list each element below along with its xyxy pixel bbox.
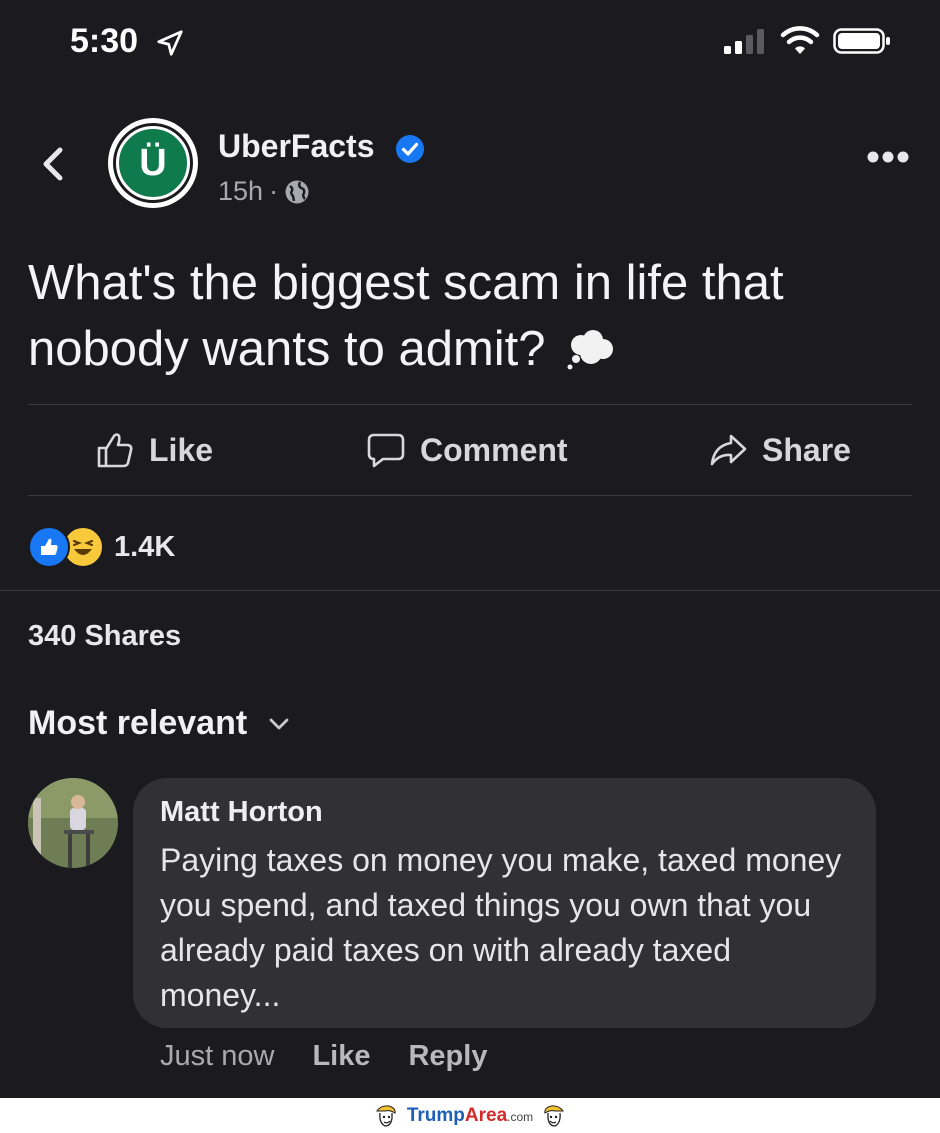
post-meta: 15h · bbox=[218, 176, 310, 207]
like-button[interactable]: Like bbox=[95, 430, 213, 470]
share-label: Share bbox=[762, 431, 851, 468]
more-options-icon[interactable] bbox=[866, 150, 910, 164]
caricature-logo-icon bbox=[544, 1104, 565, 1127]
caricature-logo-icon bbox=[375, 1104, 396, 1127]
thought-balloon-icon bbox=[567, 330, 614, 370]
watermark-footer: TrumpArea.com bbox=[0, 1098, 940, 1133]
post-text: What's the biggest scam in life that nob… bbox=[28, 250, 908, 382]
page-name[interactable]: UberFacts bbox=[218, 128, 375, 165]
comment-author[interactable]: Matt Horton bbox=[160, 796, 323, 829]
cellular-signal-icon bbox=[724, 29, 764, 54]
commenter-avatar[interactable] bbox=[28, 778, 118, 868]
post-time: 15h bbox=[218, 176, 264, 206]
back-chevron-icon[interactable] bbox=[36, 140, 68, 188]
location-arrow-icon bbox=[157, 30, 183, 56]
divider bbox=[0, 590, 940, 591]
meta-separator: · bbox=[269, 176, 279, 206]
comment-text: Paying taxes on money you make, taxed mo… bbox=[160, 842, 842, 1013]
like-reaction-icon bbox=[28, 526, 70, 568]
sort-label: Most relevant bbox=[28, 704, 248, 742]
comment-like-button[interactable]: Like bbox=[312, 1040, 370, 1073]
watermark-brand: TrumpArea.com bbox=[406, 1104, 534, 1126]
avatar-letter: Ü bbox=[139, 142, 167, 184]
post-text-content: What's the biggest scam in life that nob… bbox=[28, 256, 784, 376]
like-label: Like bbox=[149, 431, 214, 468]
divider bbox=[28, 495, 912, 496]
divider bbox=[28, 404, 912, 405]
chevron-down-icon bbox=[269, 718, 289, 729]
comment-time: Just now bbox=[160, 1040, 275, 1072]
battery-icon bbox=[833, 28, 890, 54]
comment-sort-dropdown[interactable]: Most relevant bbox=[28, 704, 291, 743]
shares-count[interactable]: 340 Shares bbox=[28, 620, 181, 653]
comment-actions: Just now Like Reply bbox=[160, 1040, 487, 1073]
comment-reply-button[interactable]: Reply bbox=[408, 1040, 487, 1073]
verified-badge-icon bbox=[396, 135, 424, 163]
comment-button[interactable]: Comment bbox=[366, 430, 568, 470]
reactions-summary[interactable]: 1.4K bbox=[28, 526, 175, 568]
comment-bubble-icon bbox=[367, 433, 405, 468]
share-button[interactable]: Share bbox=[708, 430, 851, 470]
status-time: 5:30 bbox=[70, 22, 139, 60]
globe-icon bbox=[285, 180, 309, 203]
wifi-icon bbox=[780, 26, 820, 54]
comment-label: Comment bbox=[420, 431, 568, 468]
reaction-count: 1.4K bbox=[114, 530, 176, 563]
thumbs-up-icon bbox=[97, 433, 133, 468]
share-arrow-icon bbox=[710, 434, 747, 466]
page-avatar[interactable]: Ü bbox=[108, 118, 198, 208]
